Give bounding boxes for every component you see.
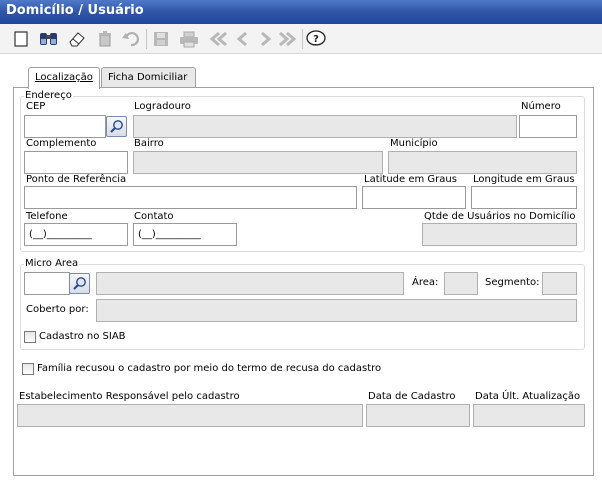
micro-area-legend: Micro Area <box>24 258 80 269</box>
coberto-por-label: Coberto por: <box>26 304 89 315</box>
qtde-usuarios-field[interactable] <box>422 223 577 246</box>
latitude-label: Latitude em Graus <box>364 174 457 185</box>
delete-icon[interactable] <box>94 28 116 50</box>
next-icon[interactable] <box>254 28 276 50</box>
last-icon[interactable] <box>276 28 298 50</box>
data-cadastro-field[interactable] <box>366 404 470 427</box>
contato-field[interactable]: (__)_________ <box>133 223 237 246</box>
area-label: Área: <box>412 277 439 288</box>
tab-localizacao[interactable]: Localização <box>28 67 100 89</box>
segmento-field[interactable] <box>542 272 577 295</box>
segmento-label: Segmento: <box>485 277 540 288</box>
coberto-por-field[interactable] <box>96 299 577 322</box>
municipio-label: Município <box>390 138 438 149</box>
data-atualizacao-label: Data Últ. Atualização <box>475 391 581 402</box>
estabelecimento-label: Estabelecimento Responsável pelo cadastr… <box>19 391 240 402</box>
data-cadastro-label: Data de Cadastro <box>368 391 456 402</box>
help-icon[interactable]: ? <box>305 28 327 50</box>
telefone-value: (__)_________ <box>29 229 92 240</box>
municipio-field[interactable] <box>388 151 577 174</box>
ponto-referencia-label: Ponto de Referência <box>26 174 127 185</box>
ponto-referencia-field[interactable] <box>24 186 357 209</box>
search-icon[interactable] <box>38 28 60 50</box>
familia-recusou-checkbox[interactable] <box>22 363 34 375</box>
telefone-label: Telefone <box>26 211 68 222</box>
contato-value: (__)_________ <box>138 229 201 240</box>
logradouro-label: Logradouro <box>134 101 191 112</box>
cadastro-siab-label: Cadastro no SIAB <box>39 331 126 342</box>
area-field[interactable] <box>444 272 478 295</box>
qtde-usuarios-label: Qtde de Usuários no Domicílio <box>424 211 576 222</box>
micro-area-description-field[interactable] <box>96 272 404 295</box>
micro-area-search-button[interactable] <box>69 273 90 294</box>
complemento-field[interactable] <box>24 151 128 174</box>
print-icon[interactable] <box>178 28 200 50</box>
tab-localizacao-label: Localização <box>35 72 93 83</box>
prev-icon[interactable] <box>232 28 254 50</box>
cadastro-siab-checkbox[interactable] <box>24 331 36 343</box>
magnifier-icon <box>109 119 123 133</box>
endereco-legend: Endereço <box>24 90 73 101</box>
new-icon[interactable] <box>10 28 32 50</box>
toolbar: ? <box>0 24 602 54</box>
window-title: Domicílio / Usuário <box>0 0 602 24</box>
bairro-field[interactable] <box>133 151 383 174</box>
estabelecimento-field[interactable] <box>17 404 363 427</box>
svg-text:?: ? <box>313 34 319 45</box>
complemento-label: Complemento <box>26 138 97 149</box>
longitude-field[interactable] <box>471 186 577 209</box>
cep-field[interactable] <box>24 115 106 138</box>
micro-area-code-field[interactable] <box>24 272 70 295</box>
telefone-field[interactable]: (__)_________ <box>24 223 128 246</box>
magnifier-icon <box>72 276 86 290</box>
latitude-field[interactable] <box>362 186 466 209</box>
clear-icon[interactable] <box>66 28 88 50</box>
undo-icon[interactable] <box>120 28 142 50</box>
cep-search-button[interactable] <box>106 116 127 137</box>
numero-field[interactable] <box>519 115 577 138</box>
first-icon[interactable] <box>208 28 230 50</box>
cep-label: CEP <box>26 101 46 112</box>
contato-label: Contato <box>134 211 174 222</box>
save-icon[interactable] <box>150 28 172 50</box>
bairro-label: Bairro <box>134 138 164 149</box>
localizacao-panel: Endereço CEP Logradouro Número Complemen… <box>13 87 594 476</box>
tab-ficha-domiciliar[interactable]: Ficha Domiciliar <box>101 67 196 88</box>
logradouro-field[interactable] <box>133 115 517 138</box>
longitude-label: Longitude em Graus <box>473 174 575 185</box>
familia-recusou-label: Família recusou o cadastro por meio do t… <box>37 363 382 374</box>
data-atualizacao-field[interactable] <box>473 404 585 427</box>
tab-ficha-domiciliar-label: Ficha Domiciliar <box>108 72 188 83</box>
numero-label: Número <box>521 101 561 112</box>
